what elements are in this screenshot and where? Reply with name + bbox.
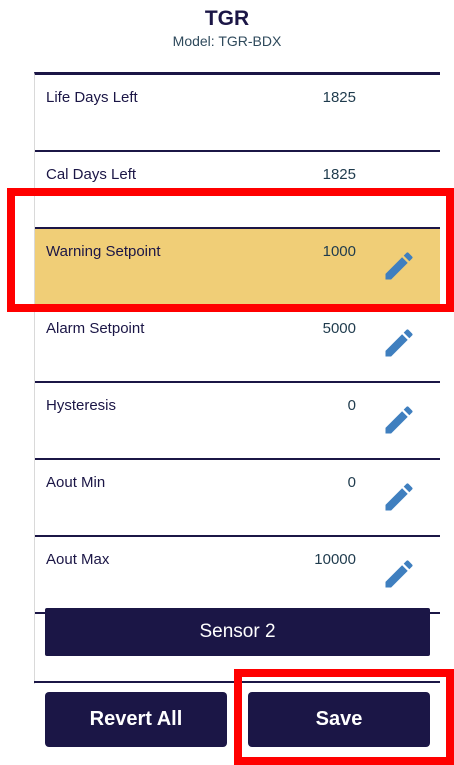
row-label: Alarm Setpoint <box>46 320 145 337</box>
row-hysteresis[interactable]: Hysteresis 0 <box>35 383 440 460</box>
model-subtitle: Model: TGR-BDX <box>172 33 282 49</box>
row-label: Cal Days Left <box>46 166 137 183</box>
pencil-icon[interactable] <box>381 479 417 515</box>
pencil-icon[interactable] <box>381 556 417 592</box>
row-cal-days-left: Cal Days Left 1825 <box>35 152 440 229</box>
row-alarm-setpoint[interactable]: Alarm Setpoint 5000 <box>35 306 440 383</box>
pencil-icon[interactable] <box>381 402 417 438</box>
row-value: 1000 <box>322 243 356 260</box>
row-label: Aout Max <box>46 551 110 568</box>
revert-all-button[interactable]: Revert All <box>45 692 227 747</box>
row-life-days-left: Life Days Left 1825 <box>35 75 440 152</box>
page-title: TGR <box>204 7 250 30</box>
row-value: 10000 <box>314 551 356 568</box>
row-value: 0 <box>347 397 356 414</box>
row-value: 1825 <box>322 89 356 106</box>
row-value: 0 <box>347 474 356 491</box>
divider <box>34 681 440 683</box>
row-aout-min[interactable]: Aout Min 0 <box>35 460 440 537</box>
row-aout-max[interactable]: Aout Max 10000 <box>35 537 440 614</box>
pencil-icon[interactable] <box>381 325 417 361</box>
settings-list: Life Days Left 1825 Cal Days Left 1825 W… <box>34 72 440 684</box>
row-label: Hysteresis <box>46 397 117 414</box>
pencil-icon[interactable] <box>381 248 417 284</box>
row-label: Life Days Left <box>46 89 138 106</box>
header: TGR Model: TGR-BDX <box>0 6 454 50</box>
row-warning-setpoint[interactable]: Warning Setpoint 1000 <box>35 229 440 306</box>
row-value: 1825 <box>322 166 356 183</box>
row-value: 5000 <box>322 320 356 337</box>
row-label: Aout Min <box>46 474 106 491</box>
save-button[interactable]: Save <box>248 692 430 747</box>
row-label: Warning Setpoint <box>46 243 161 260</box>
sensor-2-button[interactable]: Sensor 2 <box>45 608 430 656</box>
